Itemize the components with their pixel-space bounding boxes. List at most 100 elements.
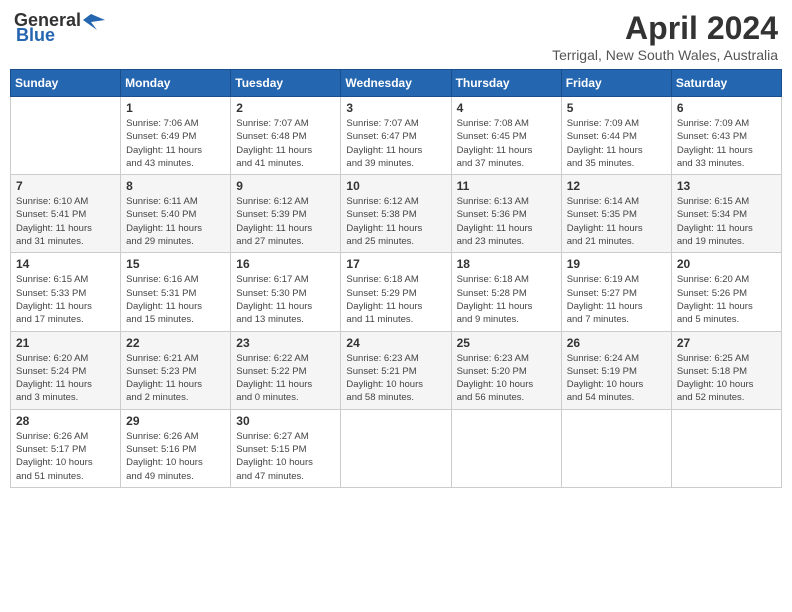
day-info: Sunrise: 7:07 AMSunset: 6:47 PMDaylight:… — [346, 117, 445, 170]
day-info: Sunrise: 6:17 AMSunset: 5:30 PMDaylight:… — [236, 273, 335, 326]
calendar-week-row: 28Sunrise: 6:26 AMSunset: 5:17 PMDayligh… — [11, 409, 782, 487]
day-info: Sunrise: 6:23 AMSunset: 5:21 PMDaylight:… — [346, 352, 445, 405]
day-info: Sunrise: 6:26 AMSunset: 5:16 PMDaylight:… — [126, 430, 225, 483]
calendar-week-row: 1 Sunrise: 7:06 AMSunset: 6:49 PMDaylight… — [11, 97, 782, 175]
day-number: 19 — [567, 257, 666, 271]
day-info: Sunrise: 6:24 AMSunset: 5:19 PMDaylight:… — [567, 352, 666, 405]
day-info: Sunrise: 6:25 AMSunset: 5:18 PMDaylight:… — [677, 352, 776, 405]
day-info: Sunrise: 6:19 AMSunset: 5:27 PMDaylight:… — [567, 273, 666, 326]
calendar-cell: 21 Sunrise: 6:20 AMSunset: 5:24 PMDayligh… — [11, 331, 121, 409]
day-header-saturday: Saturday — [671, 70, 781, 97]
calendar-cell — [341, 409, 451, 487]
day-number: 23 — [236, 336, 335, 350]
day-info: Sunrise: 7:07 AMSunset: 6:48 PMDaylight:… — [236, 117, 335, 170]
day-info: Sunrise: 7:09 AMSunset: 6:44 PMDaylight:… — [567, 117, 666, 170]
calendar-cell: 10 Sunrise: 6:12 AMSunset: 5:38 PMDayligh… — [341, 175, 451, 253]
logo-blue-text: Blue — [16, 25, 55, 46]
calendar-cell: 18Sunrise: 6:18 AMSunset: 5:28 PMDayligh… — [451, 253, 561, 331]
month-year-title: April 2024 — [552, 10, 778, 47]
day-number: 21 — [16, 336, 115, 350]
day-number: 14 — [16, 257, 115, 271]
location-subtitle: Terrigal, New South Wales, Australia — [552, 47, 778, 63]
day-info: Sunrise: 6:23 AMSunset: 5:20 PMDaylight:… — [457, 352, 556, 405]
day-info: Sunrise: 7:06 AMSunset: 6:49 PMDaylight:… — [126, 117, 225, 170]
day-info: Sunrise: 6:15 AMSunset: 5:34 PMDaylight:… — [677, 195, 776, 248]
calendar-cell: 27Sunrise: 6:25 AMSunset: 5:18 PMDayligh… — [671, 331, 781, 409]
day-info: Sunrise: 6:12 AMSunset: 5:38 PMDaylight:… — [346, 195, 445, 248]
calendar-cell — [671, 409, 781, 487]
logo: General Blue — [14, 10, 105, 46]
day-info: Sunrise: 7:09 AMSunset: 6:43 PMDaylight:… — [677, 117, 776, 170]
day-number: 3 — [346, 101, 445, 115]
calendar-cell: 30 Sunrise: 6:27 AMSunset: 5:15 PMDayligh… — [231, 409, 341, 487]
day-info: Sunrise: 6:10 AMSunset: 5:41 PMDaylight:… — [16, 195, 115, 248]
day-info: Sunrise: 6:18 AMSunset: 5:29 PMDaylight:… — [346, 273, 445, 326]
day-info: Sunrise: 6:21 AMSunset: 5:23 PMDaylight:… — [126, 352, 225, 405]
day-info: Sunrise: 6:22 AMSunset: 5:22 PMDaylight:… — [236, 352, 335, 405]
calendar-cell: 23 Sunrise: 6:22 AMSunset: 5:22 PMDayligh… — [231, 331, 341, 409]
calendar-cell: 1 Sunrise: 7:06 AMSunset: 6:49 PMDaylight… — [121, 97, 231, 175]
calendar-cell — [451, 409, 561, 487]
day-number: 13 — [677, 179, 776, 193]
calendar-cell: 19 Sunrise: 6:19 AMSunset: 5:27 PMDayligh… — [561, 253, 671, 331]
calendar-body: 1 Sunrise: 7:06 AMSunset: 6:49 PMDaylight… — [11, 97, 782, 488]
title-area: April 2024 Terrigal, New South Wales, Au… — [552, 10, 778, 63]
day-number: 30 — [236, 414, 335, 428]
calendar-cell: 17 Sunrise: 6:18 AMSunset: 5:29 PMDayligh… — [341, 253, 451, 331]
day-number: 17 — [346, 257, 445, 271]
day-number: 15 — [126, 257, 225, 271]
day-info: Sunrise: 6:11 AMSunset: 5:40 PMDaylight:… — [126, 195, 225, 248]
calendar-cell: 20 Sunrise: 6:20 AMSunset: 5:26 PMDayligh… — [671, 253, 781, 331]
day-header-wednesday: Wednesday — [341, 70, 451, 97]
calendar-cell: 6Sunrise: 7:09 AMSunset: 6:43 PMDaylight… — [671, 97, 781, 175]
calendar-cell: 8 Sunrise: 6:11 AMSunset: 5:40 PMDaylight… — [121, 175, 231, 253]
day-number: 24 — [346, 336, 445, 350]
day-info: Sunrise: 6:18 AMSunset: 5:28 PMDaylight:… — [457, 273, 556, 326]
day-info: Sunrise: 7:08 AMSunset: 6:45 PMDaylight:… — [457, 117, 556, 170]
calendar-cell: 28Sunrise: 6:26 AMSunset: 5:17 PMDayligh… — [11, 409, 121, 487]
day-header-sunday: Sunday — [11, 70, 121, 97]
day-number: 1 — [126, 101, 225, 115]
calendar-cell: 3 Sunrise: 7:07 AMSunset: 6:47 PMDaylight… — [341, 97, 451, 175]
day-number: 4 — [457, 101, 556, 115]
calendar-cell: 11 Sunrise: 6:13 AMSunset: 5:36 PMDayligh… — [451, 175, 561, 253]
day-number: 29 — [126, 414, 225, 428]
day-number: 5 — [567, 101, 666, 115]
day-number: 8 — [126, 179, 225, 193]
day-info: Sunrise: 6:20 AMSunset: 5:26 PMDaylight:… — [677, 273, 776, 326]
calendar-cell: 14Sunrise: 6:15 AMSunset: 5:33 PMDayligh… — [11, 253, 121, 331]
day-header-friday: Friday — [561, 70, 671, 97]
calendar-cell: 12 Sunrise: 6:14 AMSunset: 5:35 PMDayligh… — [561, 175, 671, 253]
day-number: 7 — [16, 179, 115, 193]
calendar-header-row: SundayMondayTuesdayWednesdayThursdayFrid… — [11, 70, 782, 97]
day-header-monday: Monday — [121, 70, 231, 97]
day-number: 16 — [236, 257, 335, 271]
day-number: 20 — [677, 257, 776, 271]
day-info: Sunrise: 6:16 AMSunset: 5:31 PMDaylight:… — [126, 273, 225, 326]
calendar-cell: 13 Sunrise: 6:15 AMSunset: 5:34 PMDayligh… — [671, 175, 781, 253]
calendar-cell: 9Sunrise: 6:12 AMSunset: 5:39 PMDaylight… — [231, 175, 341, 253]
calendar-cell — [561, 409, 671, 487]
day-number: 26 — [567, 336, 666, 350]
day-number: 2 — [236, 101, 335, 115]
day-number: 12 — [567, 179, 666, 193]
calendar-cell: 2 Sunrise: 7:07 AMSunset: 6:48 PMDaylight… — [231, 97, 341, 175]
day-number: 9 — [236, 179, 335, 193]
day-number: 25 — [457, 336, 556, 350]
calendar-week-row: 14Sunrise: 6:15 AMSunset: 5:33 PMDayligh… — [11, 253, 782, 331]
calendar-cell: 24 Sunrise: 6:23 AMSunset: 5:21 PMDayligh… — [341, 331, 451, 409]
day-number: 28 — [16, 414, 115, 428]
day-info: Sunrise: 6:14 AMSunset: 5:35 PMDaylight:… — [567, 195, 666, 248]
calendar-cell: 26 Sunrise: 6:24 AMSunset: 5:19 PMDayligh… — [561, 331, 671, 409]
calendar-week-row: 21 Sunrise: 6:20 AMSunset: 5:24 PMDayligh… — [11, 331, 782, 409]
calendar-cell: 4 Sunrise: 7:08 AMSunset: 6:45 PMDaylight… — [451, 97, 561, 175]
day-number: 11 — [457, 179, 556, 193]
calendar-cell: 25 Sunrise: 6:23 AMSunset: 5:20 PMDayligh… — [451, 331, 561, 409]
day-info: Sunrise: 6:20 AMSunset: 5:24 PMDaylight:… — [16, 352, 115, 405]
day-info: Sunrise: 6:13 AMSunset: 5:36 PMDaylight:… — [457, 195, 556, 248]
day-info: Sunrise: 6:27 AMSunset: 5:15 PMDaylight:… — [236, 430, 335, 483]
calendar-table: SundayMondayTuesdayWednesdayThursdayFrid… — [10, 69, 782, 488]
calendar-week-row: 7 Sunrise: 6:10 AMSunset: 5:41 PMDaylight… — [11, 175, 782, 253]
day-number: 10 — [346, 179, 445, 193]
calendar-cell: 5 Sunrise: 7:09 AMSunset: 6:44 PMDaylight… — [561, 97, 671, 175]
